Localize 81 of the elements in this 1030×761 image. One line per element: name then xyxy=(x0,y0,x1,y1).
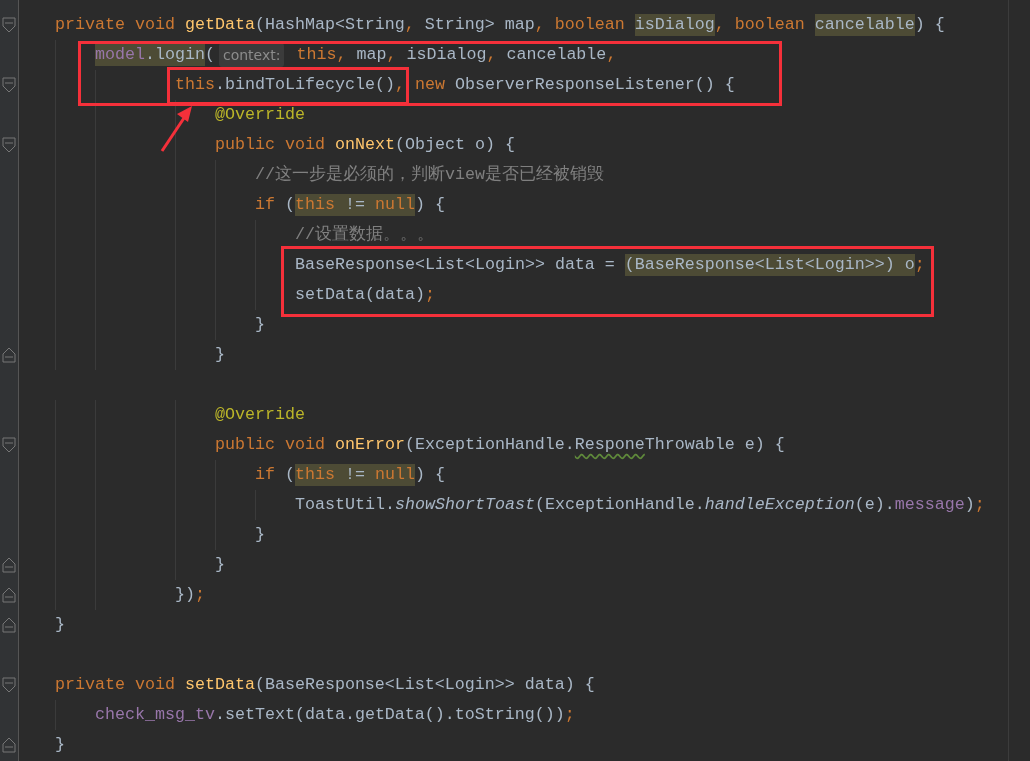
code-text: , xyxy=(486,44,498,66)
code-text: } xyxy=(215,554,225,576)
code-text: Throwable e) { xyxy=(644,434,785,456)
code-text: ; xyxy=(424,284,435,306)
code-text: ( xyxy=(285,464,295,486)
code-text: if xyxy=(255,464,276,486)
code-text: ( xyxy=(204,44,215,66)
code-text: .setText(data.getData().toString()) xyxy=(214,704,565,726)
code-text: this xyxy=(295,44,337,66)
code-text: , xyxy=(714,14,726,36)
code-text: this xyxy=(175,74,215,96)
code-text: (BaseResponse<List<Login>>) o xyxy=(624,254,915,276)
code-text: }) xyxy=(175,584,195,606)
code-text: ( xyxy=(285,194,295,216)
code-text: ObserverResponseListener() { xyxy=(454,74,735,96)
code-text: ; xyxy=(564,704,575,726)
code-text: , xyxy=(386,44,398,66)
code-text: private void xyxy=(55,674,176,696)
code-text: boolean xyxy=(554,14,626,36)
code-text: this xyxy=(295,464,335,486)
code-text: } xyxy=(55,734,65,756)
code-text: if xyxy=(255,194,276,216)
code-text: map xyxy=(356,44,387,66)
code-text: setData(data) xyxy=(295,284,425,306)
code-text: ) xyxy=(964,494,975,516)
code-text: handleException xyxy=(704,494,855,516)
code-text: , xyxy=(404,14,416,36)
code-text: ) { xyxy=(414,464,445,486)
code-text: (e). xyxy=(854,494,895,516)
code-text: (Object o) { xyxy=(394,134,515,156)
code-text: null xyxy=(374,464,415,486)
code-text: .login xyxy=(145,44,205,66)
code-text: , xyxy=(394,74,406,96)
code-text: @Override xyxy=(215,104,305,126)
code-text: cancelable xyxy=(506,44,607,66)
code-text: } xyxy=(255,524,265,546)
code-text: onError xyxy=(334,434,405,456)
code-text: BaseResponse<List<Login>> data = xyxy=(295,254,616,276)
code-text: private void xyxy=(55,14,176,36)
code-text: new xyxy=(414,74,446,96)
code-text: message xyxy=(894,494,965,516)
code-text: check_msg_tv xyxy=(95,704,215,726)
code-text: isDialog xyxy=(634,14,715,36)
code-text: String> map xyxy=(424,14,535,36)
code-text: , xyxy=(606,44,617,66)
code-text: } xyxy=(255,314,265,336)
code-text: } xyxy=(215,344,225,366)
code-text: cancelable xyxy=(814,14,915,36)
code-text: setData xyxy=(184,674,255,696)
code-text: public void xyxy=(215,434,326,456)
code-text: this xyxy=(295,194,335,216)
code-text: ) { xyxy=(414,194,445,216)
code-text: isDialog xyxy=(406,44,487,66)
code-text: //设置数据。。。 xyxy=(295,224,434,246)
code-text: public void xyxy=(215,134,326,156)
code-text: (ExceptionHandle. xyxy=(534,494,705,516)
code-text: , xyxy=(336,44,348,66)
code-text: ; xyxy=(914,254,925,276)
code-text: ToastUtil. xyxy=(295,494,395,516)
code-text: boolean xyxy=(734,14,806,36)
code-text: , xyxy=(534,14,546,36)
code-text: @Override xyxy=(215,404,305,426)
code-text: Respone xyxy=(574,434,645,456)
pointer-arrow xyxy=(160,106,192,152)
code-text: != xyxy=(335,464,375,486)
code-text: ; xyxy=(195,584,205,606)
code-text: ) { xyxy=(914,14,945,36)
code-text: .bindToLifecycle() xyxy=(215,74,395,96)
code-text: } xyxy=(55,614,65,636)
parameter-hint: context: xyxy=(218,43,285,67)
code-text: ; xyxy=(974,494,985,516)
code-text: //这一步是必须的，判断view是否已经被销毁 xyxy=(255,164,604,186)
code-text: (BaseResponse<List<Login>> data) { xyxy=(254,674,595,696)
code-text: (HashMap<String xyxy=(254,14,405,36)
code-text: null xyxy=(374,194,415,216)
code-text: (ExceptionHandle. xyxy=(404,434,575,456)
code-text: getData xyxy=(184,14,255,36)
code-text: showShortToast xyxy=(394,494,535,516)
code-text: onNext xyxy=(334,134,395,156)
code-text: model xyxy=(95,44,145,66)
code-text: != xyxy=(335,194,375,216)
